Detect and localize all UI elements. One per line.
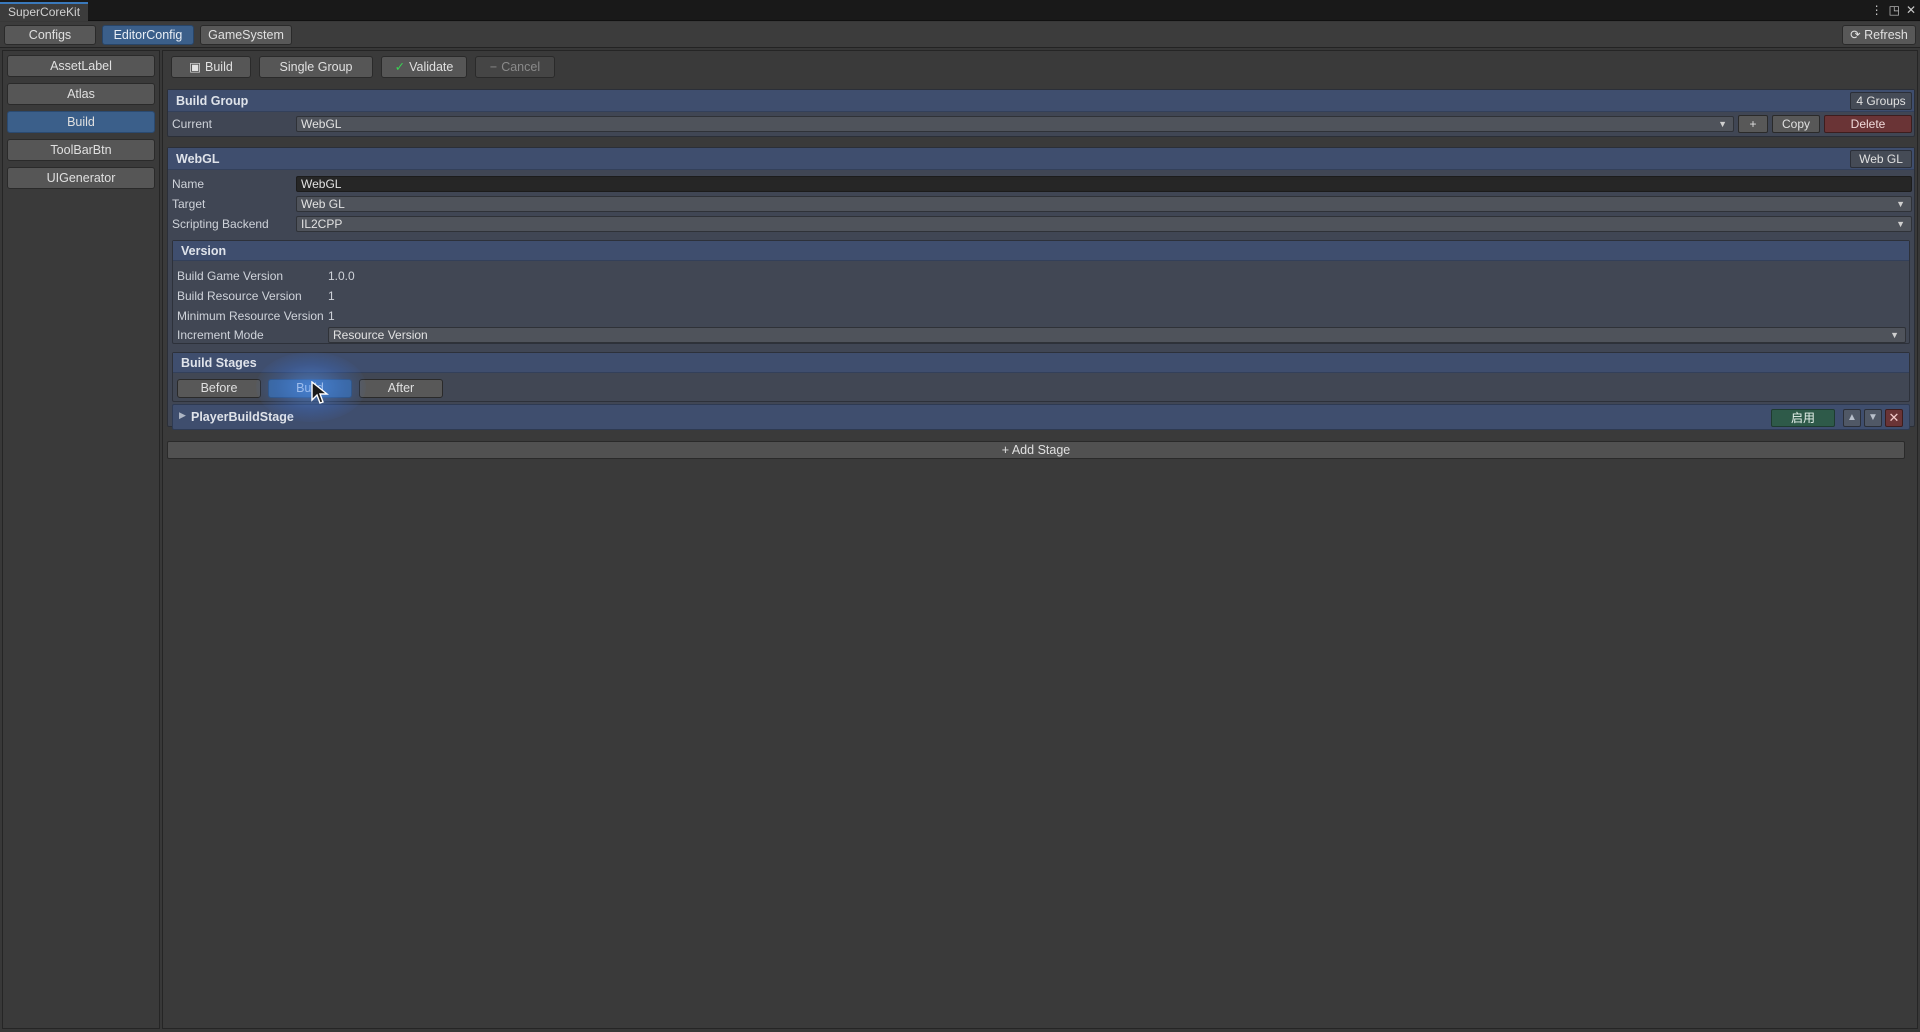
name-label: Name (172, 177, 205, 191)
close-icon[interactable]: ✕ (1906, 2, 1916, 18)
scripting-backend-dropdown[interactable]: IL2CPP ▼ (296, 216, 1912, 232)
build-resource-version-label: Build Resource Version (177, 289, 302, 303)
sidebar: AssetLabel Atlas Build ToolBarBtn UIGene… (2, 50, 160, 1029)
refresh-button[interactable]: ⟳ Refresh (1842, 25, 1916, 45)
group-config-section: WebGL Web GL Name WebGL Target Web GL ▼ … (167, 147, 1915, 430)
top-toolbar: Configs EditorConfig GameSystem ⟳ Refres… (0, 22, 1920, 48)
minimum-resource-version-label: Minimum Resource Version (177, 309, 324, 323)
cancel-button[interactable]: − Cancel (475, 56, 555, 78)
window-title-bar: SuperCoreKit ⋮ ◳ ✕ (0, 0, 1920, 21)
increment-mode-value: Resource Version (333, 328, 428, 342)
group-config-header: WebGL (168, 148, 1914, 170)
dropdown-arrow-icon: ▼ (1896, 199, 1905, 209)
move-down-icon[interactable]: ▼ (1864, 409, 1882, 427)
cancel-button-label: Cancel (501, 60, 541, 74)
tab-gamesystem[interactable]: GameSystem (200, 25, 292, 45)
remove-stage-icon[interactable]: ✕ (1885, 409, 1903, 427)
validate-button[interactable]: ✓ Validate (381, 56, 467, 78)
group-count-badge: 4 Groups (1850, 92, 1912, 110)
build-game-version-label: Build Game Version (177, 269, 284, 283)
move-up-icon[interactable]: ▲ (1843, 409, 1861, 427)
checkmark-icon: ✓ (394, 60, 406, 74)
add-group-button[interactable]: + (1738, 115, 1768, 133)
version-title: Version (181, 244, 227, 258)
add-stage-button[interactable]: + Add Stage (167, 441, 1905, 459)
build-stages-header: Build Stages (173, 353, 1909, 373)
current-group-dropdown[interactable]: WebGL ▼ (296, 116, 1734, 132)
more-options-icon[interactable]: ⋮ (1871, 2, 1883, 18)
sidebar-item-uigenerator[interactable]: UIGenerator (7, 167, 155, 189)
build-group-section: Build Group 4 Groups Current WebGL ▼ + C… (167, 89, 1915, 137)
refresh-icon: ⟳ (1850, 28, 1861, 42)
maximize-icon[interactable]: ◳ (1889, 2, 1900, 18)
dropdown-arrow-icon: ▼ (1896, 219, 1905, 229)
scripting-backend-label: Scripting Backend (172, 217, 269, 231)
build-game-version-value[interactable]: 1.0.0 (328, 269, 355, 283)
sidebar-item-atlas[interactable]: Atlas (7, 83, 155, 105)
tab-configs[interactable]: Configs (4, 25, 96, 45)
build-stages-title: Build Stages (181, 356, 257, 370)
minimum-resource-version-value[interactable]: 1 (328, 309, 335, 323)
target-value: Web GL (301, 197, 345, 211)
sidebar-item-build[interactable]: Build (7, 111, 155, 133)
dropdown-arrow-icon: ▼ (1890, 330, 1899, 340)
name-input[interactable]: WebGL (296, 176, 1912, 192)
window-tab[interactable]: SuperCoreKit (0, 2, 89, 21)
copy-group-button[interactable]: Copy (1772, 115, 1820, 133)
mouse-cursor-icon (311, 381, 329, 404)
scripting-backend-value: IL2CPP (301, 217, 343, 231)
target-label: Target (172, 197, 206, 211)
stage-item-playerbuildstage[interactable]: ▶ PlayerBuildStage 启用 ▲ ▼ ✕ (172, 404, 1910, 430)
target-dropdown[interactable]: Web GL ▼ (296, 196, 1912, 212)
current-label: Current (172, 117, 213, 131)
group-config-title: WebGL (176, 152, 220, 166)
build-stages-section: Build Stages Before Build After (172, 352, 1910, 402)
window-controls: ⋮ ◳ ✕ (1871, 2, 1916, 18)
build-button[interactable]: ▣ Build (171, 56, 251, 78)
stage-tab-before[interactable]: Before (177, 379, 261, 398)
build-group-title: Build Group (176, 94, 249, 108)
tab-editorconfig[interactable]: EditorConfig (102, 25, 194, 45)
dropdown-arrow-icon: ▼ (1718, 119, 1727, 129)
platform-badge: Web GL (1850, 150, 1912, 168)
increment-mode-label: Increment Mode (177, 328, 264, 342)
single-group-button[interactable]: Single Group (259, 56, 373, 78)
version-section: Version Build Game Version 1.0.0 Build R… (172, 240, 1910, 344)
stage-item-name: PlayerBuildStage (191, 410, 294, 424)
build-button-label: Build (205, 60, 233, 74)
stage-tab-after[interactable]: After (359, 379, 443, 398)
minus-icon: − (489, 60, 498, 74)
main-panel: ▣ Build Single Group ✓ Validate − Cancel Bu… (162, 50, 1918, 1029)
version-header: Version (173, 241, 1909, 261)
refresh-label: Refresh (1864, 28, 1908, 42)
validate-button-label: Validate (409, 60, 454, 74)
build-group-header: Build Group (168, 90, 1914, 112)
sidebar-item-toolbarbtn[interactable]: ToolBarBtn (7, 139, 155, 161)
sidebar-item-assetlabel[interactable]: AssetLabel (7, 55, 155, 77)
package-icon: ▣ (189, 60, 201, 74)
build-resource-version-value[interactable]: 1 (328, 289, 335, 303)
delete-group-button[interactable]: Delete (1824, 115, 1912, 133)
enable-toggle-button[interactable]: 启用 (1771, 409, 1835, 427)
increment-mode-dropdown[interactable]: Resource Version ▼ (328, 327, 1906, 343)
expand-arrow-icon[interactable]: ▶ (179, 410, 186, 421)
current-group-value: WebGL (301, 117, 342, 131)
